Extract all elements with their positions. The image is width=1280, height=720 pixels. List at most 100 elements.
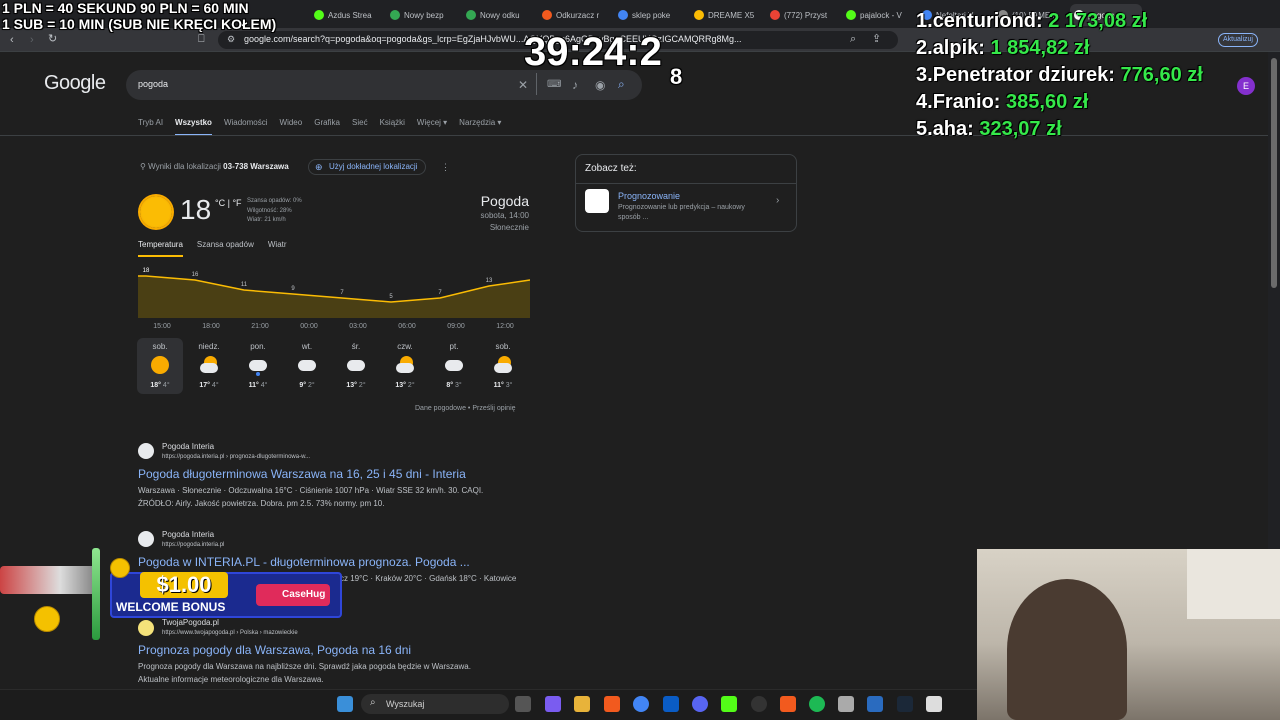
browser-tab[interactable]: DREAME X5 <box>690 4 762 26</box>
day-forecast[interactable]: wt. 9° 2° <box>284 338 330 394</box>
day-high: 13° <box>346 382 357 389</box>
spotify-icon[interactable] <box>809 696 825 712</box>
keyboard-icon[interactable]: ⌨ <box>547 79 561 91</box>
app-icon[interactable] <box>926 696 942 712</box>
result-title[interactable]: Prognoza pogody dla Warszawa, Pogoda na … <box>138 643 411 657</box>
tab-favicon-icon <box>694 10 704 20</box>
zoom-icon[interactable]: ⌕ <box>850 33 856 45</box>
day-forecast[interactable]: sob. 11° 3° <box>480 338 526 394</box>
hour-label: 09:00 <box>447 323 465 330</box>
scrollbar-thumb[interactable] <box>1271 58 1277 288</box>
calculator-icon[interactable] <box>838 696 854 712</box>
lens-icon[interactable]: ◉ <box>595 79 605 91</box>
avatar[interactable]: E <box>1237 77 1255 95</box>
wind: Wiatr: 21 km/h <box>247 217 286 223</box>
unit-toggle[interactable]: °C | °F <box>215 198 242 208</box>
brave-icon[interactable] <box>780 696 796 712</box>
see-also-link[interactable]: Prognozowanie <box>618 191 680 201</box>
hour-label: 06:00 <box>398 323 416 330</box>
discord-icon[interactable] <box>692 696 708 712</box>
weather-tab[interactable]: Wiatr <box>268 240 287 257</box>
search-tab[interactable]: Grafika <box>314 118 340 136</box>
tab-favicon-icon <box>466 10 476 20</box>
taskbar-search[interactable] <box>361 694 509 714</box>
google-logo[interactable]: Google <box>44 72 106 95</box>
result-snippet: Aktualne informacje meteorologiczne dla … <box>138 675 324 684</box>
temperature-label: 13 <box>486 278 493 284</box>
precise-location-label: Użyj dokładnej lokalizacji <box>329 162 418 171</box>
day-name: sob. <box>152 342 168 351</box>
day-temps: 18° 4° <box>137 382 183 389</box>
folder-icon[interactable] <box>574 696 590 712</box>
search-tab[interactable]: Wszystko <box>175 118 212 136</box>
weather-footer-links[interactable]: Dane pogodowe • Prześlij opinię <box>415 405 516 412</box>
browser-tab[interactable]: (772) Przyst <box>766 4 838 26</box>
hour-label: 00:00 <box>300 323 318 330</box>
day-temps: 13° 2° <box>333 382 379 389</box>
browser-tab[interactable]: Azdus Strea <box>310 4 382 26</box>
coin-graphic <box>110 558 130 578</box>
kick-icon[interactable] <box>721 696 737 712</box>
search-tab[interactable]: Książki <box>380 118 405 136</box>
tab-label: Nowy bezp <box>404 10 444 20</box>
more-options-icon[interactable]: ⋮ <box>441 162 450 173</box>
search-tab[interactable]: Wiadomości <box>224 118 268 136</box>
app-icon[interactable] <box>867 696 883 712</box>
tab-favicon-icon <box>618 10 628 20</box>
search-tab[interactable]: Więcej ▾ <box>417 118 447 136</box>
task-view-icon[interactable] <box>515 696 531 712</box>
forward-icon[interactable]: › <box>30 34 34 46</box>
mic-icon[interactable]: ♪ <box>572 79 578 91</box>
day-forecast[interactable]: sob. 18° 4° <box>137 338 183 394</box>
weather-tab[interactable]: Temperatura <box>138 240 183 257</box>
forecast-thumbnail[interactable] <box>585 189 609 213</box>
steam-icon[interactable] <box>897 696 913 712</box>
search-tab[interactable]: Tryb AI <box>138 118 163 136</box>
partly-cloudy-icon <box>494 356 512 374</box>
browser-tab[interactable]: Nowy bezp <box>386 4 458 26</box>
share-icon[interactable]: ⇪ <box>872 33 881 45</box>
chevron-right-icon[interactable]: › <box>776 195 779 206</box>
day-high: 18° <box>150 382 161 389</box>
obs-icon[interactable] <box>751 696 767 712</box>
cloud-icon <box>298 356 316 374</box>
copilot-icon[interactable] <box>545 696 561 712</box>
search-tab[interactable]: Sieć <box>352 118 368 136</box>
browser-tab[interactable]: Odkurzacz r <box>538 4 610 26</box>
day-forecast[interactable]: niedz. 17° 4° <box>186 338 232 394</box>
day-temps: 17° 4° <box>186 382 232 389</box>
clear-icon[interactable]: ✕ <box>518 79 528 91</box>
search-icon[interactable]: ⌕ <box>618 78 625 90</box>
weather-condition: Słonecznie <box>489 223 529 232</box>
weather-tab[interactable]: Szansa opadów <box>197 240 254 257</box>
store-icon[interactable] <box>663 696 679 712</box>
precise-location-button[interactable]: ⊕ Użyj dokładnej lokalizacji <box>308 159 427 175</box>
site-info-icon[interactable]: ⚙ <box>227 33 235 45</box>
day-temps: 13° 2° <box>382 382 428 389</box>
day-low: 2° <box>307 382 315 389</box>
search-input[interactable]: pogoda <box>138 79 168 89</box>
tab-label: sklep poke <box>632 10 671 20</box>
location-label: Wyniki dla lokalizacji <box>148 162 221 171</box>
day-forecast[interactable]: czw. 13° 2° <box>382 338 428 394</box>
day-forecast[interactable]: pon. 11° 4° <box>235 338 281 394</box>
leaderboard-amount: 776,60 zł <box>1120 64 1203 86</box>
brave-icon[interactable] <box>604 696 620 712</box>
search-tab[interactable]: Wideo <box>280 118 303 136</box>
browser-tab[interactable]: sklep poke <box>614 4 686 26</box>
reload-icon[interactable]: ↻ <box>48 33 57 45</box>
day-forecast[interactable]: śr. 13° 2° <box>333 338 379 394</box>
chrome-icon[interactable] <box>633 696 649 712</box>
back-icon[interactable]: ‹ <box>10 34 14 46</box>
browser-tab[interactable]: pajalock - V <box>842 4 914 26</box>
day-forecast[interactable]: pt. 8° 3° <box>431 338 477 394</box>
update-button[interactable]: Aktualizuj <box>1218 33 1258 47</box>
bookmark-icon[interactable]: ⎕ <box>198 33 205 45</box>
browser-tab[interactable]: Nowy odku <box>462 4 534 26</box>
windows-start-icon[interactable] <box>337 696 353 712</box>
leaderboard-rank: 1. <box>916 10 933 32</box>
result-title[interactable]: Pogoda długoterminowa Warszawa na 16, 25… <box>138 467 466 481</box>
result-site: Pogoda Interia <box>162 442 215 451</box>
leaderboard-name: centuriond: <box>932 10 1043 32</box>
search-tab[interactable]: Narzędzia ▾ <box>459 118 501 136</box>
